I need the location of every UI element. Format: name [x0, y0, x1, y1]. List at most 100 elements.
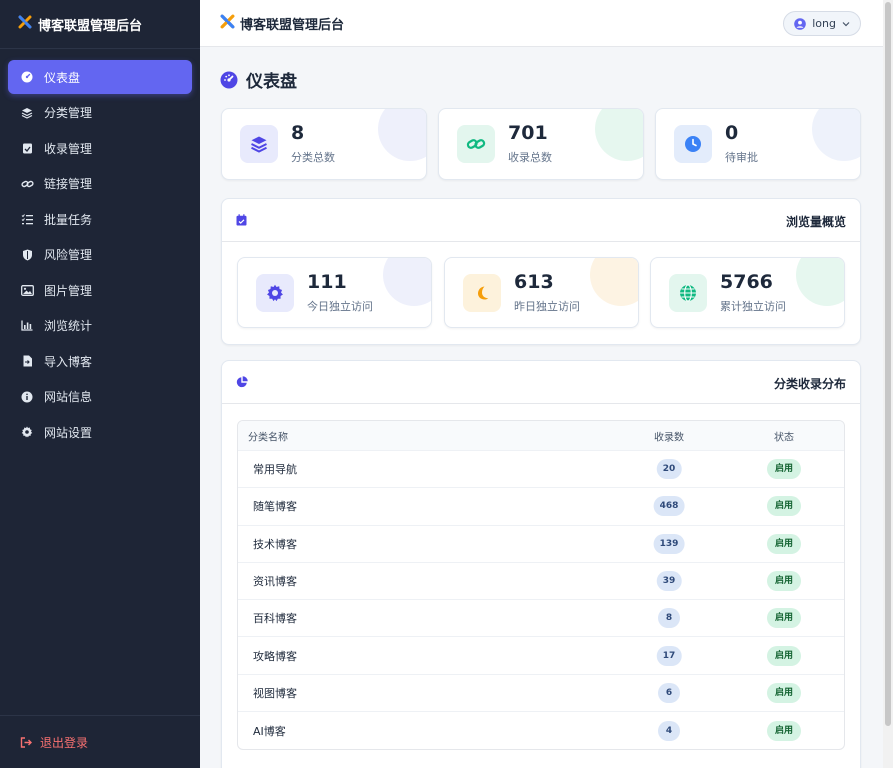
count-badge: 468	[653, 496, 685, 517]
logout-icon	[20, 736, 32, 748]
chevron-down-icon	[842, 21, 850, 27]
status-badge: 启用	[766, 645, 802, 666]
count-badge: 139	[653, 533, 685, 554]
page-title-text: 仪表盘	[246, 72, 297, 92]
logout-button[interactable]: 退出登录	[0, 715, 200, 768]
sidebar-brand[interactable]: 博客联盟管理后台	[0, 0, 200, 49]
info-icon	[20, 390, 34, 404]
panel-header: 浏览量概览	[222, 199, 860, 242]
gear-icon	[20, 425, 34, 439]
category-name: AI博客	[253, 724, 286, 738]
table-row[interactable]: 常用导航 20 启用	[238, 451, 844, 489]
table-row[interactable]: AI博客 4 启用	[238, 712, 844, 749]
table-row[interactable]: 攻略博客 17 启用	[238, 637, 844, 675]
dashboard-icon	[20, 70, 34, 84]
table-row[interactable]: 技术博客 139 启用	[238, 526, 844, 563]
sidebar-item-site-info[interactable]: 网站信息	[8, 380, 192, 414]
file-import-icon	[20, 354, 34, 368]
table-row[interactable]: 随笔博客 468 启用	[238, 488, 844, 526]
clock-icon	[674, 125, 712, 163]
pie-chart-icon	[236, 376, 248, 388]
column-header-name: 分类名称	[248, 432, 288, 443]
stat-value: 5766	[720, 271, 773, 293]
sidebar-item-label: 仪表盘	[44, 70, 81, 85]
status-badge: 启用	[766, 496, 802, 517]
column-header-count: 收录数	[654, 432, 684, 443]
layers-icon	[20, 106, 34, 120]
status-badge: 启用	[766, 720, 802, 741]
main-content: 仪表盘 8 分类总数 701 收录总数 0 待审批 浏览量概览 111 今日独立…	[200, 47, 883, 768]
count-badge: 8	[658, 608, 680, 629]
topbar-title-text: 博客联盟管理后台	[240, 17, 345, 33]
sidebar-item-links[interactable]: 链接管理	[8, 167, 192, 201]
count-badge: 17	[656, 645, 682, 666]
topbar-title: 博客联盟管理后台	[220, 14, 344, 33]
count-badge: 6	[658, 682, 680, 703]
status-badge: 启用	[766, 682, 802, 703]
stat-value: 8	[291, 122, 305, 144]
sidebar-item-statistics[interactable]: 浏览统计	[8, 309, 192, 343]
sidebar-item-label: 网站信息	[44, 390, 93, 404]
status-badge: 启用	[766, 533, 802, 554]
status-badge: 启用	[766, 608, 802, 629]
panel-header: 分类收录分布	[222, 361, 860, 404]
table-row[interactable]: 资讯博客 39 启用	[238, 563, 844, 601]
stat-value: 701	[508, 122, 548, 144]
stat-label: 昨日独立访问	[514, 300, 580, 313]
stat-label: 待审批	[725, 151, 758, 164]
sidebar-item-label: 浏览统计	[44, 319, 93, 333]
scrollbar-thumb[interactable]	[885, 2, 891, 726]
panel-title: 浏览量概览	[785, 215, 846, 229]
status-badge: 启用	[766, 571, 802, 592]
sidebar-item-categories[interactable]: 分类管理	[8, 96, 192, 130]
stat-value: 0	[725, 122, 739, 144]
stat-card-yesterday: 613 昨日独立访问	[444, 257, 639, 328]
list-check-icon	[20, 212, 34, 226]
sidebar-item-dashboard[interactable]: 仪表盘	[8, 60, 192, 94]
count-badge: 4	[658, 720, 680, 741]
stat-label: 收录总数	[508, 151, 552, 164]
sidebar-item-label: 导入博客	[44, 354, 93, 369]
sidebar-item-label: 图片管理	[44, 283, 93, 298]
sidebar-item-submissions[interactable]: 收录管理	[8, 131, 192, 165]
moon-icon	[463, 274, 501, 312]
count-badge: 39	[656, 571, 682, 592]
layers-icon	[240, 125, 278, 163]
logout-label: 退出登录	[40, 735, 89, 750]
user-avatar-icon	[794, 17, 807, 30]
globe-icon	[669, 274, 707, 312]
sidebar-item-import[interactable]: 导入博客	[8, 344, 192, 378]
sidebar-brand-title: 博客联盟管理后台	[38, 18, 143, 34]
stat-label: 累计独立访问	[720, 300, 786, 313]
category-name: 视图博客	[253, 686, 297, 700]
stat-card-today: 111 今日独立访问	[237, 257, 432, 328]
stat-card-pending: 0 待审批	[655, 108, 861, 180]
sidebar-item-risk[interactable]: 风险管理	[8, 238, 192, 272]
category-name: 百科博客	[253, 612, 297, 626]
sidebar-item-label: 收录管理	[44, 141, 93, 156]
sidebar-item-images[interactable]: 图片管理	[8, 273, 192, 307]
sidebar-item-label: 风险管理	[44, 248, 93, 262]
panel-title: 分类收录分布	[773, 377, 846, 391]
sidebar-item-label: 分类管理	[44, 106, 93, 120]
brand-logo-icon	[18, 15, 32, 33]
status-badge: 启用	[766, 459, 802, 480]
user-menu-button[interactable]: long	[783, 11, 861, 36]
column-header-status: 状态	[774, 432, 794, 443]
category-name: 技术博客	[253, 537, 297, 551]
distribution-table: 分类名称 收录数 状态 常用导航 20 启用 随笔博客 468 启用 技术博客 …	[237, 420, 845, 751]
sidebar-item-label: 批量任务	[44, 212, 93, 227]
table-row[interactable]: 百科博客 8 启用	[238, 600, 844, 638]
stat-label: 今日独立访问	[307, 300, 373, 313]
user-name: long	[812, 17, 836, 30]
sidebar-item-batch-tasks[interactable]: 批量任务	[8, 202, 192, 236]
bar-chart-icon	[20, 319, 34, 333]
category-name: 随笔博客	[253, 500, 297, 514]
calendar-check-icon	[236, 214, 247, 226]
sidebar: 博客联盟管理后台 仪表盘 分类管理 收录管理 链接管理 批量任务 风险管理 图片…	[0, 0, 200, 768]
shield-icon	[20, 248, 34, 262]
table-row[interactable]: 视图博客 6 启用	[238, 675, 844, 713]
category-distribution-panel: 分类收录分布 分类名称 收录数 状态 常用导航 20 启用 随笔博客 468 启…	[221, 360, 861, 768]
sidebar-item-settings[interactable]: 网站设置	[8, 415, 192, 449]
page-scrollbar[interactable]	[883, 0, 893, 768]
